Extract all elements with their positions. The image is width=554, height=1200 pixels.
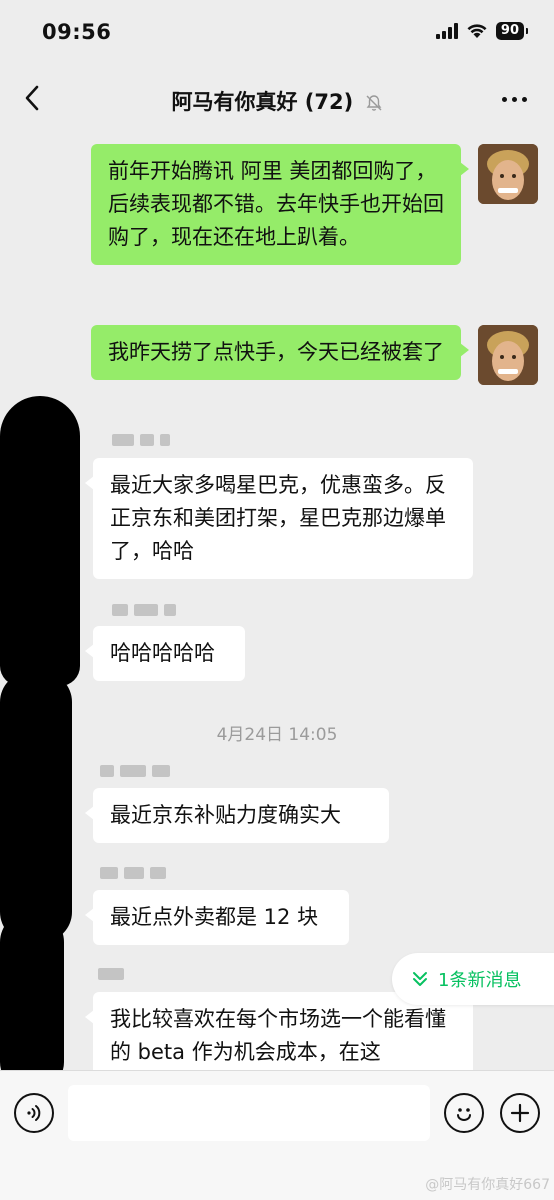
message-bubble-received[interactable]: 最近点外卖都是 12 块 [85,890,349,945]
battery-indicator: 90 [495,22,529,40]
redaction-mark [0,396,80,686]
message-text: 我比较喜欢在每个市场选一个能看懂的 beta 作为机会成本，在这 [110,1007,446,1064]
message-text: 哈哈哈哈哈 [110,641,215,665]
message-bubble-received[interactable]: 最近京东补贴力度确实大 [85,788,389,843]
watermark: @阿马有你真好667 [425,1177,550,1193]
my-avatar[interactable] [478,325,538,385]
message-text: 最近点外卖都是 12 块 [110,905,319,929]
redaction-mark [0,672,72,942]
chat-timestamp: 4月24日 14:05 [216,725,338,745]
message-input[interactable] [68,1085,430,1141]
cellular-signal-icon [435,23,458,39]
message-text: 最近京东补贴力度确实大 [110,803,341,827]
message-text: 最近大家多喝星巴克，优惠蛮多。反正京东和美团打架，星巴克那边爆单了，哈哈 [110,473,446,563]
chat-title-wrap: 阿马有你真好 (72) [0,86,554,116]
avatar-portrait-icon [478,325,538,385]
chat-title: 阿马有你真好 (72) [171,90,354,114]
double-chevron-down-icon [413,972,427,986]
my-avatar[interactable] [478,144,538,204]
chat-header: 阿马有你真好 (72) [0,66,554,132]
emoji-button[interactable] [444,1093,484,1133]
new-messages-button[interactable]: 1条新消息 [392,953,554,1005]
message-bubble-sent[interactable]: 我昨天捞了点快手，今天已经被套了 [91,325,469,380]
more-options-button[interactable] [496,88,532,110]
avatar-portrait-icon [478,144,538,204]
sender-name-redacted [98,968,124,982]
input-bar: @阿马有你真好667 [0,1070,554,1200]
message-bubble-received[interactable]: 最近大家多喝星巴克，优惠蛮多。反正京东和美团打架，星巴克那边爆单了，哈哈 [85,458,473,579]
sender-name-redacted [100,867,166,881]
voice-input-button[interactable] [14,1093,54,1133]
redaction-mark [0,912,64,1070]
smiley-icon [457,1108,471,1121]
message-text: 前年开始腾讯 阿里 美团都回购了，后续表现都不错。去年快手也开始回购了，现在还在… [108,159,444,249]
voice-icon [27,1105,41,1121]
more-actions-button[interactable] [500,1093,540,1133]
sender-name-redacted [112,434,170,448]
sender-name-redacted [112,604,176,618]
message-list[interactable]: 前年开始腾讯 阿里 美团都回购了，后续表现都不错。去年快手也开始回购了，现在还在… [0,132,554,1070]
status-icons: 90 [435,22,529,40]
mute-bell-icon [366,95,382,111]
wifi-icon [467,24,487,38]
message-bubble-received[interactable]: 哈哈哈哈哈 [85,626,245,681]
message-text: 我昨天捞了点快手，今天已经被套了 [108,340,444,364]
status-bar: 09:56 90 [0,0,554,66]
message-bubble-sent[interactable]: 前年开始腾讯 阿里 美团都回购了，后续表现都不错。去年快手也开始回购了，现在还在… [91,144,469,265]
status-time: 09:56 [42,20,112,44]
new-messages-label: 1条新消息 [438,970,522,991]
plus-icon [510,1103,530,1123]
sender-name-redacted [100,765,170,779]
